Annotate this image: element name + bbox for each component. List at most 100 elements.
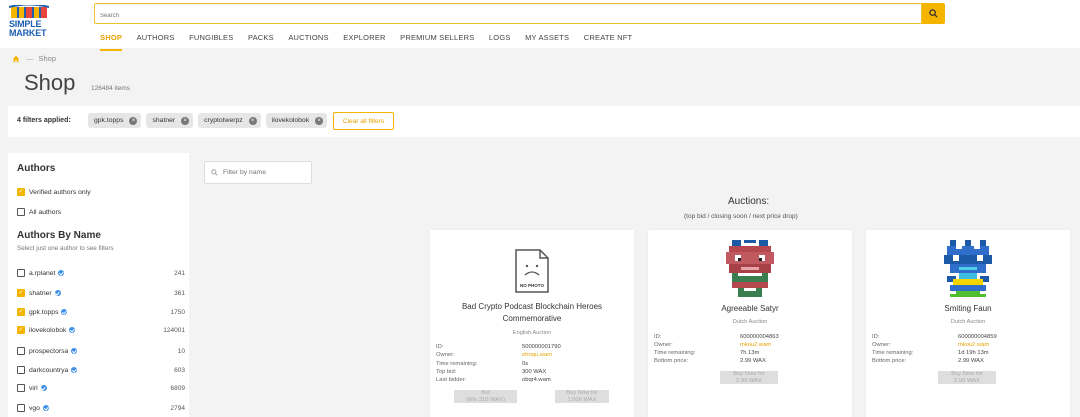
- row-key: Last bidder:: [436, 377, 467, 383]
- auction-card[interactable]: Smiting Faun Dutch Auction ID: 6000000048…: [866, 230, 1070, 417]
- author-option[interactable]: shatner 361: [17, 289, 185, 297]
- row-value: obqr4.wam: [522, 377, 551, 383]
- row-key: Time remaining:: [654, 350, 696, 356]
- author-name: darkcountrya: [29, 366, 69, 374]
- row-value: 7h 13m: [740, 350, 760, 356]
- close-icon[interactable]: ×: [181, 116, 190, 125]
- row-key: Bottom price:: [872, 358, 907, 364]
- filter-chip[interactable]: cryptotwerpz ×: [198, 113, 261, 128]
- card-image: [648, 240, 852, 300]
- filter-sidebar: Authors Verified authors only All author…: [8, 153, 189, 417]
- author-option[interactable]: vgo 2794: [17, 404, 185, 412]
- no-photo-icon: NO PHOTO: [515, 249, 549, 293]
- author-option[interactable]: darkcountrya 603: [17, 366, 185, 374]
- search-input[interactable]: [95, 6, 921, 26]
- filter-chip[interactable]: shatner ×: [146, 113, 194, 128]
- verified-icon: [71, 348, 78, 354]
- filter-chip-label: ilovekolobok: [271, 117, 310, 124]
- breadcrumb-separator: —: [26, 54, 34, 63]
- filter-chip-label: cryptotwerpz: [204, 117, 243, 124]
- author-name: gpk.topps: [29, 308, 59, 316]
- row-value[interactable]: ohnqu.wam: [522, 352, 552, 358]
- card-row: ID: 600000004859: [872, 334, 1022, 340]
- nav-my-assets[interactable]: MY ASSETS: [525, 33, 569, 42]
- row-value: 0s: [522, 361, 529, 367]
- search-icon: [929, 9, 938, 18]
- nav-authors[interactable]: AUTHORS: [137, 33, 175, 42]
- nav-auctions[interactable]: AUCTIONS: [288, 33, 328, 42]
- row-value[interactable]: mkou2.wam: [958, 342, 989, 348]
- card-row: Top bid: 300 WAX: [436, 369, 586, 375]
- author-name: prospectorsa: [29, 347, 69, 355]
- search-button[interactable]: [922, 3, 945, 24]
- filter-chip-label: gpk.topps: [94, 117, 124, 124]
- verified-icon: [54, 290, 61, 296]
- checkbox[interactable]: [17, 188, 25, 196]
- auction-card[interactable]: Agreeable Satyr Dutch Auction ID: 6000000…: [648, 230, 852, 417]
- author-option[interactable]: a.rplanet 241: [17, 269, 185, 277]
- card-title: Bad Crypto Podcast Blockchain Heroes Com…: [461, 302, 603, 323]
- nav-create-nft[interactable]: CREATE NFT: [584, 33, 633, 42]
- author-name: ilovekolobok: [29, 326, 67, 334]
- card-row: Bottom price: 2.99 WAX: [872, 358, 1022, 364]
- card-image: [866, 240, 1070, 300]
- row-key: Owner:: [654, 342, 673, 348]
- bid-button[interactable]: Bid (Min 310 WAX): [454, 390, 517, 403]
- auction-type: English Auction: [512, 330, 552, 336]
- name-filter-input[interactable]: [223, 169, 303, 176]
- author-name: a.rplanet: [29, 269, 56, 277]
- satyr-pixel-art: [726, 240, 774, 297]
- nav-shop[interactable]: SHOP: [100, 33, 123, 51]
- clear-filters-button[interactable]: Clear all filters: [333, 112, 394, 130]
- checkbox[interactable]: [17, 347, 25, 355]
- checkbox[interactable]: [17, 384, 25, 392]
- verified-authors-option[interactable]: Verified authors only: [17, 188, 185, 196]
- author-name: vgo: [29, 404, 40, 412]
- close-icon[interactable]: ×: [248, 116, 257, 125]
- nav-premium-sellers[interactable]: PREMIUM SELLERS: [400, 33, 474, 42]
- button-line: 2.99 WAX: [954, 377, 980, 384]
- buy-now-button[interactable]: Buy Now for 2.99 WAX: [938, 371, 996, 384]
- filter-chip[interactable]: gpk.topps ×: [88, 113, 142, 128]
- author-count: 124001: [163, 326, 185, 334]
- nav-fungibles[interactable]: FUNGIBLES: [189, 33, 233, 42]
- author-option[interactable]: gpk.topps 1750: [17, 308, 185, 316]
- all-authors-option[interactable]: All authors: [17, 208, 185, 216]
- author-option[interactable]: prospectorsa 10: [17, 347, 185, 355]
- row-value[interactable]: mkou2.wam: [740, 342, 771, 348]
- verified-icon: [42, 405, 49, 411]
- checkbox[interactable]: [17, 289, 25, 297]
- checkbox[interactable]: [17, 404, 25, 412]
- auctions-subheading: (top bid / closing soon / next price dro…: [684, 213, 798, 220]
- checkbox[interactable]: [17, 366, 25, 374]
- close-icon[interactable]: ×: [129, 116, 138, 125]
- card-row: Last bidder: obqr4.wam: [436, 377, 586, 383]
- author-count: 10: [177, 347, 185, 355]
- checkbox[interactable]: [17, 208, 25, 216]
- auction-card[interactable]: NO PHOTO Bad Crypto Podcast Blockchain H…: [430, 230, 634, 417]
- author-option[interactable]: ilovekolobok 124001: [17, 326, 185, 334]
- card-row: ID: 600000004863: [654, 334, 804, 340]
- author-option[interactable]: virl 6809: [17, 384, 185, 392]
- nav-explorer[interactable]: EXPLORER: [343, 33, 385, 42]
- nav-packs[interactable]: PACKS: [248, 33, 274, 42]
- checkbox[interactable]: [17, 269, 25, 277]
- nav-logs[interactable]: LOGS: [489, 33, 511, 42]
- checkbox[interactable]: [17, 326, 25, 334]
- row-key: Time remaining:: [872, 350, 914, 356]
- filter-chip[interactable]: ilovekolobok ×: [265, 113, 328, 128]
- card-title: Agreeable Satyr: [721, 304, 779, 313]
- button-line: 2.99 WAX: [736, 377, 762, 384]
- simple-market-logo[interactable]: SIMPLE MARKET: [9, 5, 49, 41]
- close-icon[interactable]: ×: [315, 116, 324, 125]
- top-header: SIMPLE MARKET SHOP AUTHORS FUNGIBLES PAC…: [0, 0, 1080, 51]
- author-count: 6809: [170, 384, 185, 392]
- home-icon[interactable]: [12, 55, 20, 63]
- buy-now-button[interactable]: Buy Now for 1,000 WAX: [555, 390, 609, 403]
- verified-icon: [71, 367, 78, 373]
- checkbox[interactable]: [17, 308, 25, 316]
- verified-authors-label: Verified authors only: [29, 188, 91, 196]
- buy-now-button[interactable]: Buy Now for 2.99 WAX: [720, 371, 778, 384]
- all-authors-label: All authors: [29, 208, 62, 216]
- logo-flag-icon: [9, 5, 49, 18]
